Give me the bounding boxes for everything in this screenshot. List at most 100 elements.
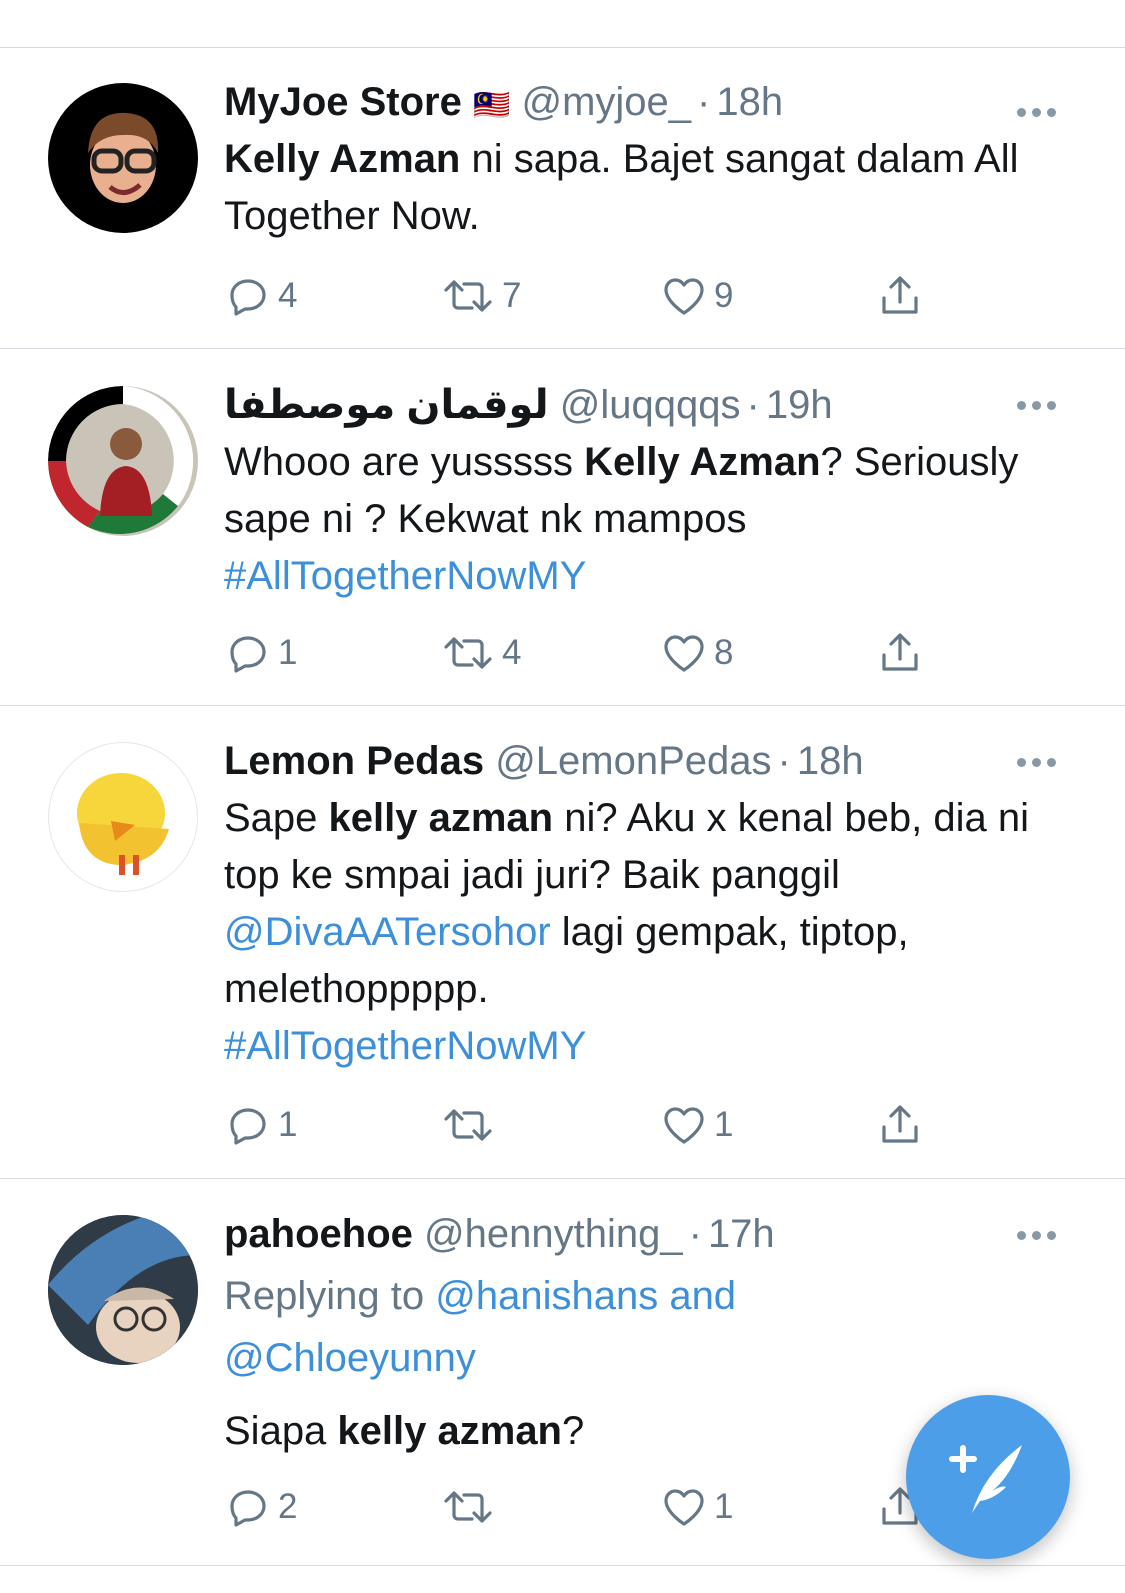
timestamp[interactable]: 19h [766, 383, 833, 427]
mention-link[interactable]: @DivaAATersohor [224, 910, 551, 954]
tweet-header: pahoehoe @hennything_ · 17h [224, 1205, 1065, 1263]
malaysia-flag-icon: 🇲🇾 [472, 89, 511, 122]
tweet-actions: 1 1 [224, 1095, 944, 1155]
reply-button[interactable]: 1 [224, 623, 297, 683]
tweet-header: Lemon Pedas @LemonPedas · 18h [224, 732, 1065, 790]
reply-icon [230, 1490, 266, 1527]
reply-button[interactable]: 2 [224, 1477, 297, 1537]
bold-keyword: Kelly Azman [584, 440, 821, 484]
share-button[interactable] [876, 266, 924, 326]
share-button[interactable] [876, 1095, 924, 1155]
text-segment: Siapa [224, 1409, 338, 1453]
tweet-text: Whooo are yusssss Kelly Azman? Seriously… [224, 434, 1065, 605]
reply-count: 1 [278, 1105, 298, 1144]
reply-button[interactable]: 4 [224, 266, 297, 326]
heart-icon [664, 1489, 704, 1526]
retweet-icon [444, 280, 492, 312]
retweet-button[interactable]: 4 [440, 623, 521, 683]
replying-to-label: Replying to [224, 1274, 436, 1318]
tweet-actions: 1 4 8 [224, 623, 944, 683]
like-count: 1 [714, 1105, 734, 1144]
display-name[interactable]: MyJoe Store [224, 80, 462, 124]
like-count: 8 [714, 633, 734, 672]
hashtag-link[interactable]: #AllTogetherNowMY [224, 554, 586, 598]
heart-icon [664, 1107, 704, 1144]
timestamp[interactable]: 18h [797, 739, 864, 783]
display-name[interactable]: pahoehoe [224, 1212, 413, 1256]
separator-dot: · [746, 383, 760, 427]
tweet-actions: 4 7 9 [224, 266, 944, 326]
timestamp[interactable]: 17h [708, 1212, 775, 1256]
reply-count: 2 [278, 1487, 298, 1526]
like-button[interactable]: 1 [660, 1095, 733, 1155]
share-icon [882, 633, 918, 671]
tweet[interactable]: Lemon Pedas @LemonPedas · 18h Sape kelly a… [0, 706, 1125, 1179]
more-options-icon[interactable] [1017, 389, 1057, 419]
avatar[interactable] [48, 83, 198, 233]
user-handle[interactable]: @myjoe_ [521, 80, 691, 124]
reply-icon [230, 636, 266, 673]
separator-dot: · [777, 739, 791, 783]
share-icon [882, 276, 918, 314]
reply-count: 4 [278, 276, 298, 315]
avatar[interactable] [48, 386, 198, 536]
more-options-icon[interactable] [1017, 746, 1057, 776]
reply-count: 1 [278, 633, 298, 672]
bold-keyword: kelly azman [337, 1409, 562, 1453]
retweet-icon [444, 1109, 492, 1141]
text-segment: ? [562, 1409, 585, 1453]
like-button[interactable]: 1 [660, 1477, 733, 1537]
tweet-text: Sape kelly azman ni? Aku x kenal beb, di… [224, 790, 1065, 1075]
reply-users-link[interactable]: @hanishans and [435, 1274, 736, 1318]
retweet-icon [444, 637, 492, 669]
retweet-count: 7 [502, 276, 522, 315]
tweet[interactable]: MyJoe Store 🇲🇾 @myjoe_ · 18h Kelly Azman n… [0, 48, 1125, 349]
heart-icon [664, 635, 704, 672]
reply-users-link[interactable]: @Chloeyunny [224, 1336, 476, 1380]
retweet-icon [444, 1491, 492, 1523]
share-icon [882, 1105, 918, 1143]
reply-button[interactable]: 1 [224, 1095, 297, 1155]
avatar[interactable] [48, 1215, 198, 1365]
tweet-header: لوقمان موصطفا @luqqqqs · 19h [224, 376, 1065, 434]
separator-dot: · [697, 80, 711, 124]
reply-icon [230, 279, 266, 316]
profile-photo-icon [48, 1215, 198, 1365]
user-handle[interactable]: @LemonPedas [495, 739, 771, 783]
separator-dot: · [688, 1212, 702, 1256]
tweet-text: Kelly Azman ni sapa. Bajet sangat dalam … [224, 131, 1065, 245]
more-options-icon[interactable] [1017, 96, 1057, 126]
compose-tweet-button[interactable] [906, 1395, 1070, 1559]
tweet-actions: 2 1 [224, 1477, 944, 1537]
share-button[interactable] [876, 623, 924, 683]
retweet-button[interactable]: 7 [440, 266, 521, 326]
bold-keyword: Kelly Azman [224, 137, 461, 181]
memoji-avatar-icon [88, 112, 159, 203]
more-options-icon[interactable] [1017, 1219, 1057, 1249]
reply-icon [230, 1108, 266, 1145]
like-count: 9 [714, 276, 734, 315]
tweet[interactable]: لوقمان موصطفا @luqqqqs · 19h Whooo are yus… [0, 349, 1125, 706]
avatar[interactable] [48, 742, 198, 892]
like-button[interactable]: 9 [660, 266, 733, 326]
text-segment: Sape [224, 796, 329, 840]
profile-photo-icon [48, 386, 194, 534]
compose-tweet-icon [949, 1445, 1022, 1513]
retweet-button[interactable] [440, 1095, 502, 1155]
bold-keyword: kelly azman [328, 796, 554, 840]
replying-to: Replying to @hanishans and @Chloeyunny [224, 1265, 1065, 1389]
timestamp[interactable]: 18h [716, 80, 783, 124]
display-name[interactable]: Lemon Pedas [224, 739, 484, 783]
hashtag-link[interactable]: #AllTogetherNowMY [224, 1024, 586, 1068]
like-count: 1 [714, 1487, 734, 1526]
text-segment: Whooo are yusssss [224, 440, 585, 484]
user-handle[interactable]: @luqqqqs [560, 383, 741, 427]
retweet-button[interactable] [440, 1477, 502, 1537]
like-button[interactable]: 8 [660, 623, 733, 683]
heart-icon [664, 278, 704, 315]
retweet-count: 4 [502, 633, 522, 672]
tweet-header: MyJoe Store 🇲🇾 @myjoe_ · 18h [224, 73, 1065, 131]
cartoon-lemon-avatar-icon [77, 773, 169, 875]
user-handle[interactable]: @hennything_ [424, 1212, 683, 1256]
display-name[interactable]: لوقمان موصطفا [224, 383, 549, 427]
